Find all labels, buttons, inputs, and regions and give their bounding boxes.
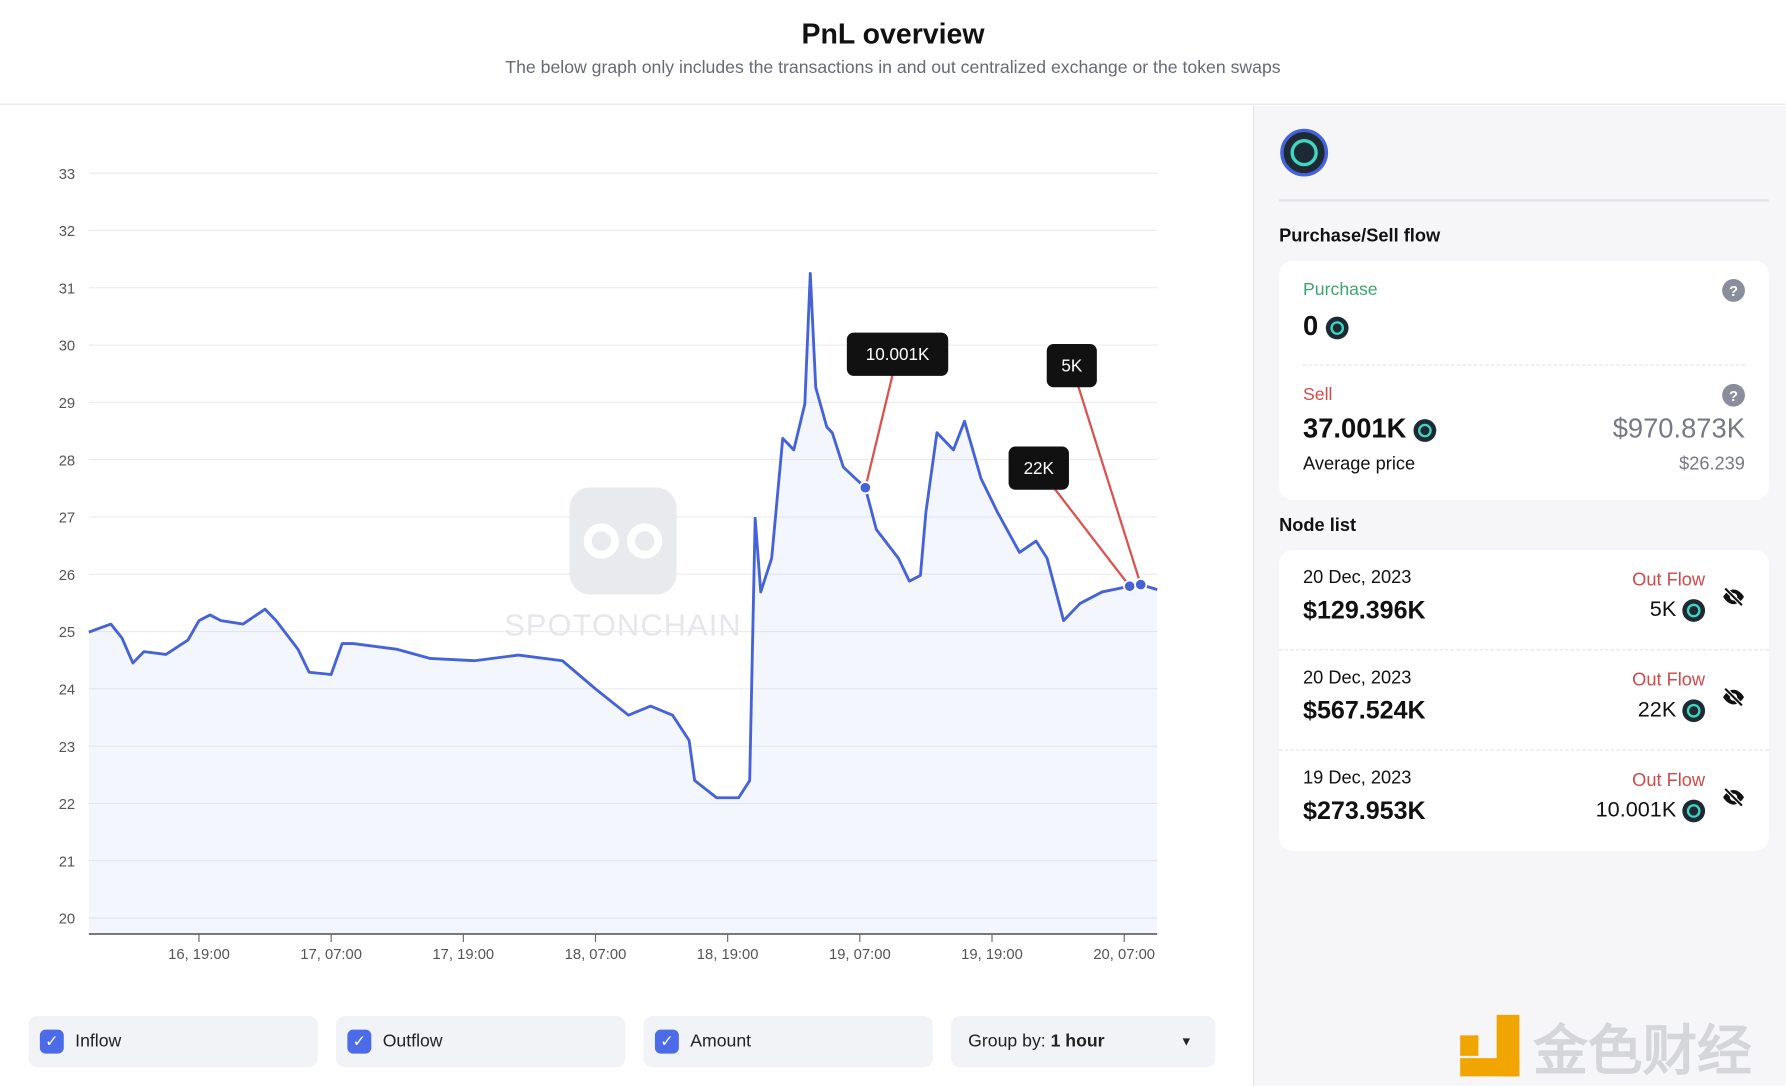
purchase-label: Purchase [1303, 280, 1378, 300]
y-tick-label: 24 [59, 683, 75, 699]
x-tick-label: 18, 19:00 [697, 947, 759, 963]
annotation-label: 22K [1024, 459, 1055, 478]
node-date: 20 Dec, 2023 [1303, 568, 1412, 588]
node-list-title: Node list [1279, 515, 1357, 536]
y-tick-label: 29 [59, 396, 75, 412]
y-tick-label: 23 [59, 740, 75, 756]
y-tick-label: 22 [59, 797, 75, 813]
eye-off-icon[interactable] [1721, 584, 1746, 609]
x-tick-label: 19, 19:00 [961, 947, 1023, 963]
node-amount: 10.001K [1595, 798, 1677, 823]
y-tick-label: 25 [59, 625, 75, 641]
node-date: 19 Dec, 2023 [1303, 768, 1412, 789]
y-tick-label: 32 [59, 224, 75, 240]
help-icon[interactable]: ? [1722, 383, 1745, 407]
y-tick-label: 33 [59, 167, 75, 183]
watermark: SPOTONCHAIN [504, 487, 741, 643]
node-amount: 22K [1637, 698, 1677, 723]
token-icon [1325, 316, 1349, 340]
sell-value: 37.001K [1303, 413, 1407, 445]
node-list: 20 Dec, 2023 $129.396K Out Flow 5K 20 Dec,… [1279, 550, 1769, 851]
node-usd: $273.953K [1303, 796, 1426, 825]
node-item[interactable]: 20 Dec, 2023 $567.524K Out Flow 22K [1279, 650, 1769, 751]
jinse-logo: 金色财经 [1460, 1006, 1752, 1086]
page-subtitle: The below graph only includes the transa… [505, 58, 1281, 78]
annotation-point[interactable] [1123, 579, 1137, 593]
node-type: Out Flow [1632, 771, 1706, 791]
sell-label: Sell [1303, 384, 1333, 405]
node-item[interactable]: 20 Dec, 2023 $129.396K Out Flow 5K [1279, 550, 1769, 651]
inflow-label: Inflow [75, 1031, 122, 1051]
token-icon [1682, 799, 1706, 823]
inflow-toggle[interactable]: ✓ Inflow [28, 1015, 318, 1068]
x-tick-label: 17, 19:00 [432, 947, 494, 963]
checkbox-checked-icon[interactable]: ✓ [654, 1029, 679, 1054]
annotation-point[interactable] [858, 481, 872, 495]
token-icon [1280, 128, 1329, 177]
annotation-label: 10.001K [866, 345, 930, 364]
outflow-label: Outflow [382, 1031, 443, 1051]
checkbox-checked-icon[interactable]: ✓ [347, 1029, 372, 1054]
annotation-label: 5K [1061, 356, 1082, 375]
eye-off-icon[interactable] [1721, 785, 1746, 810]
avg-price-label: Average price [1303, 454, 1416, 474]
checkbox-checked-icon[interactable]: ✓ [39, 1029, 64, 1054]
flow-title: Purchase/Sell flow [1279, 226, 1441, 247]
node-date: 20 Dec, 2023 [1303, 668, 1412, 688]
purchase-value: 0 [1303, 310, 1319, 342]
flow-card: Purchase? 0 Sell? 37.001K $970.873K Aver… [1279, 260, 1769, 501]
page-title: PnL overview [801, 18, 985, 51]
annotation-leader [1070, 365, 1142, 585]
node-type: Out Flow [1632, 570, 1706, 591]
side-panel: Purchase/Sell flow Purchase? 0 Sell? 37.… [1252, 105, 1786, 1086]
node-usd: $567.524K [1303, 695, 1426, 725]
group-by-select[interactable]: Group by: 1 hour ▼ [951, 1015, 1216, 1068]
group-by-value: 1 hour [1050, 1031, 1105, 1051]
price-chart[interactable]: 20 21 22 23 24 25 26 27 28 29 30 31 32 33 16, 19:00 17,… [0, 106, 1253, 994]
y-tick-label: 30 [59, 339, 75, 355]
x-tick-label: 20, 07:00 [1093, 947, 1155, 963]
x-tick-label: 19, 07:00 [829, 947, 891, 963]
node-item[interactable]: 19 Dec, 2023 $273.953K Out Flow 10.001K [1279, 751, 1769, 851]
caret-down-icon: ▼ [1180, 1034, 1193, 1049]
amount-toggle[interactable]: ✓ Amount [643, 1015, 933, 1068]
svg-text:SPOTONCHAIN: SPOTONCHAIN [504, 608, 741, 643]
help-icon[interactable]: ? [1722, 279, 1745, 302]
node-type: Out Flow [1632, 670, 1706, 691]
x-tick-label: 16, 19:00 [168, 947, 230, 963]
avg-price-value: $26.239 [1679, 454, 1745, 474]
token-icon [1413, 418, 1437, 442]
annotation-point[interactable] [1134, 577, 1148, 592]
y-tick-label: 21 [59, 854, 75, 870]
y-tick-label: 26 [59, 568, 75, 584]
outflow-toggle[interactable]: ✓ Outflow [336, 1015, 626, 1068]
group-by-label: Group by: [968, 1031, 1046, 1051]
y-tick-label: 27 [59, 511, 75, 527]
logo-text: 金色财经 [1533, 1021, 1752, 1083]
y-tick-label: 31 [59, 281, 75, 297]
page-header: PnL overview The below graph only includ… [0, 0, 1786, 105]
price-area [88, 273, 1158, 934]
node-usd: $129.396K [1303, 595, 1426, 625]
token-icon [1682, 699, 1706, 723]
x-tick-label: 17, 07:00 [300, 947, 362, 963]
x-tick-label: 18, 07:00 [565, 947, 627, 963]
y-tick-label: 28 [59, 453, 75, 469]
amount-label: Amount [690, 1031, 752, 1051]
eye-off-icon[interactable] [1721, 685, 1746, 710]
token-icon [1682, 599, 1706, 622]
sell-usd: $970.873K [1612, 413, 1745, 445]
node-amount: 5K [1649, 597, 1677, 622]
y-tick-label: 20 [59, 912, 75, 928]
